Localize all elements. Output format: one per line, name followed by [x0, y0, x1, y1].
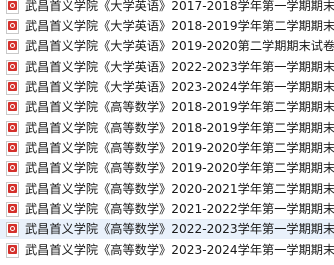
file-row[interactable]: 武昌首义学院《高等数学》2019-2020学年第二学期期末试: [0, 158, 334, 178]
pdf-file-icon: [6, 0, 19, 14]
pdf-file-icon: [6, 160, 19, 176]
file-name: 武昌首义学院《大学英语》2017-2018学年第一学期期末考: [25, 0, 334, 13]
file-name: 武昌首义学院《大学英语》2023-2024学年第一学期期末考: [25, 80, 334, 94]
file-name: 武昌首义学院《高等数学》2018-2019学年第二学期期末试: [25, 100, 334, 114]
pdf-file-icon: [6, 221, 19, 237]
file-name: 武昌首义学院《高等数学》2022-2023学年第一学期期末考: [25, 222, 334, 236]
file-name: 武昌首义学院《高等数学》2019-2020学年第二学期期末试: [25, 141, 334, 155]
file-row[interactable]: 武昌首义学院《大学英语》2019-2020第二学期期末试卷-: [0, 36, 334, 56]
pdf-file-icon: [6, 38, 19, 54]
file-name: 武昌首义学院《高等数学》2021-2022学年第一学期期末试卷: [25, 202, 334, 216]
file-row[interactable]: 武昌首义学院《高等数学》2021-2022学年第一学期期末试卷: [0, 199, 334, 219]
file-name: 武昌首义学院《高等数学》2018-2019学年第二学期期末试: [25, 121, 334, 135]
pdf-file-icon: [6, 99, 19, 115]
pdf-file-icon: [6, 140, 19, 156]
pdf-file-icon: [6, 59, 19, 75]
file-row[interactable]: 武昌首义学院《大学英语》2017-2018学年第一学期期末考: [0, 0, 334, 16]
file-name: 武昌首义学院《大学英语》2018-2019学年第二学期期末考: [25, 19, 334, 33]
file-row[interactable]: 武昌首义学院《大学英语》2022-2023学年第一学期期末考: [0, 57, 334, 77]
file-row[interactable]: 武昌首义学院《高等数学》2022-2023学年第一学期期末考: [0, 219, 334, 239]
file-row[interactable]: 武昌首义学院《大学英语》2023-2024学年第一学期期末考: [0, 77, 334, 97]
file-row[interactable]: 武昌首义学院《高等数学》2019-2020学年第二学期期末试: [0, 138, 334, 158]
pdf-file-icon: [6, 242, 19, 258]
file-row[interactable]: 武昌首义学院《高等数学》2020-2021学年第二学期期末试: [0, 179, 334, 199]
file-list: 武昌首义学院《大学英语》2017-2018学年第一学期期末考 武昌首义学院《大学…: [0, 0, 334, 265]
file-row[interactable]: 武昌首义学院《高等数学》2018-2019学年第二学期期末试: [0, 118, 334, 138]
file-name: 武昌首义学院《大学英语》2022-2023学年第一学期期末考: [25, 60, 334, 74]
file-name: 武昌首义学院《大学英语》2019-2020第二学期期末试卷-: [25, 39, 334, 53]
file-name: 武昌首义学院《高等数学》2023-2024学年第一学期期末考: [25, 243, 334, 257]
pdf-file-icon: [6, 120, 19, 136]
file-name: 武昌首义学院《高等数学》2019-2020学年第二学期期末试: [25, 161, 334, 175]
file-row[interactable]: 武昌首义学院《高等数学》2018-2019学年第二学期期末试: [0, 97, 334, 117]
pdf-file-icon: [6, 18, 19, 34]
pdf-file-icon: [6, 201, 19, 217]
file-name: 武昌首义学院《高等数学》2020-2021学年第二学期期末试: [25, 182, 334, 196]
file-row[interactable]: 武昌首义学院《大学英语》2018-2019学年第二学期期末考: [0, 16, 334, 36]
file-row[interactable]: 武昌首义学院《高等数学》2023-2024学年第一学期期末考: [0, 240, 334, 260]
pdf-file-icon: [6, 181, 19, 197]
pdf-file-icon: [6, 79, 19, 95]
